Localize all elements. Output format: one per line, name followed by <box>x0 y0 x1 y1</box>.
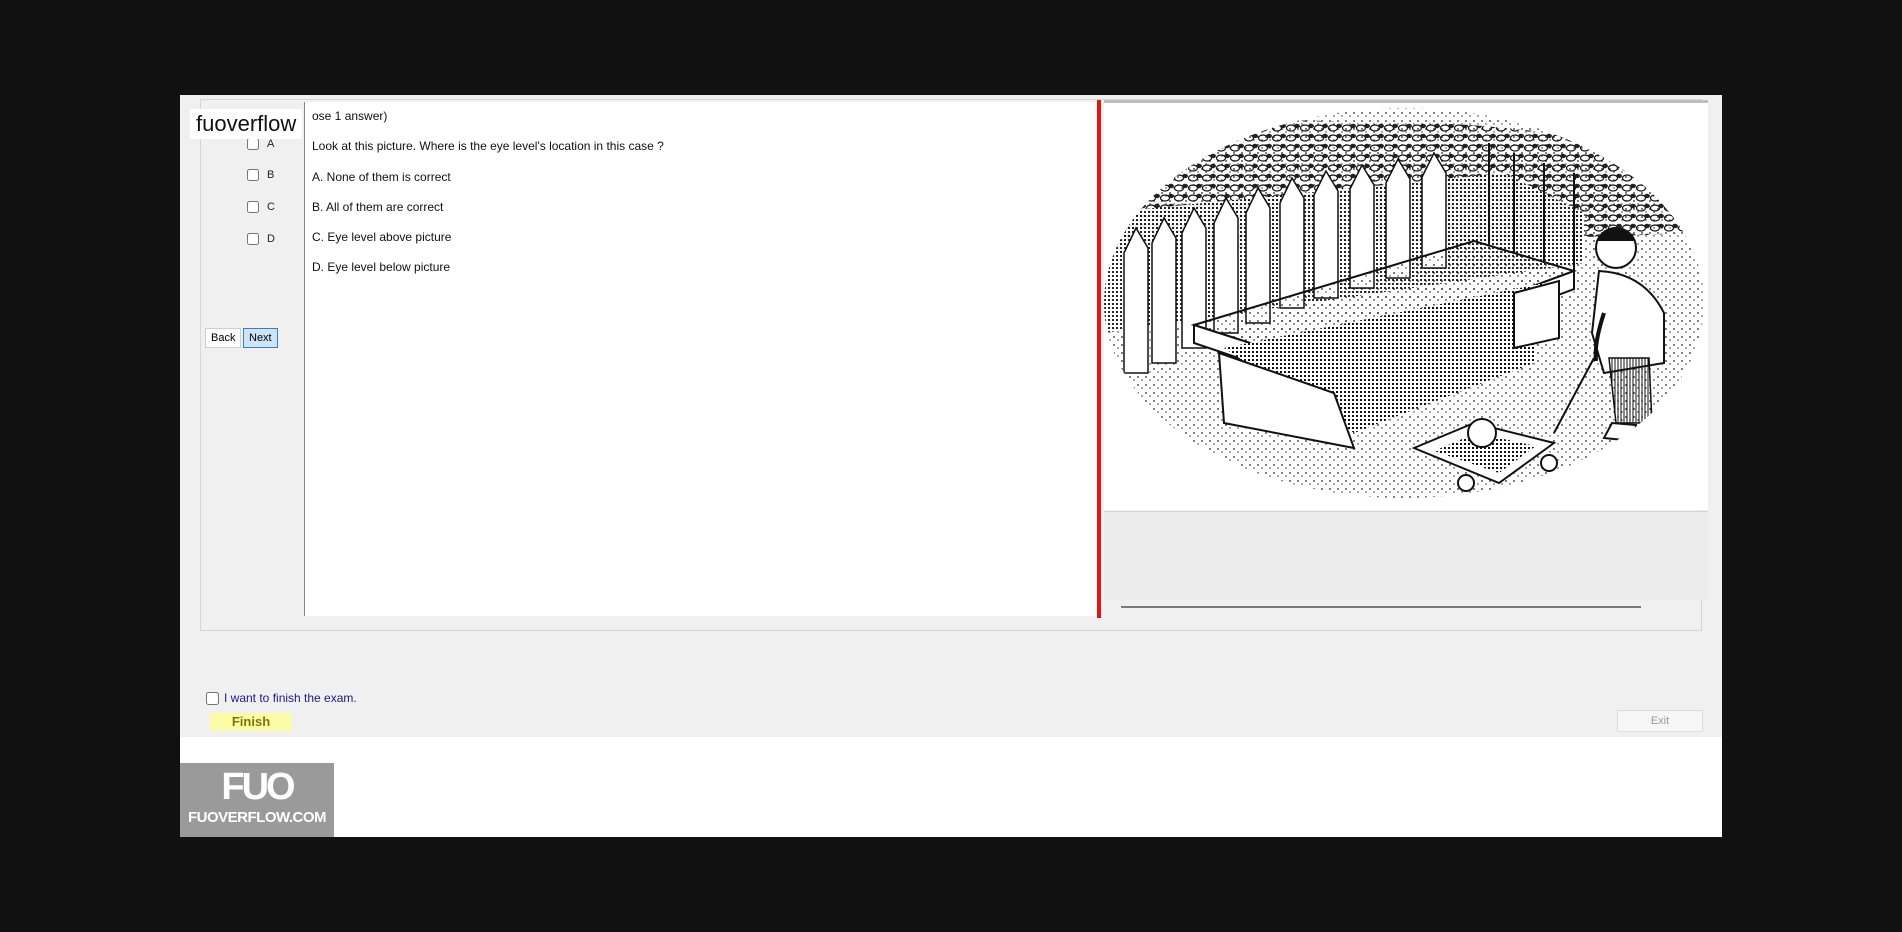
finish-confirm-label: I want to finish the exam. <box>224 691 357 705</box>
image-caption-area <box>1104 511 1708 600</box>
panel-splitter[interactable] <box>1097 100 1101 618</box>
exit-button[interactable]: Exit <box>1617 710 1703 732</box>
answer-row-b[interactable]: B <box>247 167 274 183</box>
next-button[interactable]: Next <box>243 328 278 348</box>
answer-label-c: C <box>267 201 275 213</box>
exam-area: A B C D Back Next ose 1 answer) Look at … <box>180 95 1722 737</box>
finish-button[interactable]: Finish <box>210 713 292 731</box>
finish-confirm[interactable]: I want to finish the exam. <box>206 691 357 705</box>
answer-checkbox-d[interactable] <box>247 233 259 245</box>
answer-checkbox-c[interactable] <box>247 201 259 213</box>
option-b: B. All of them are correct <box>312 200 444 214</box>
option-a: A. None of them is correct <box>312 170 451 184</box>
question-illustration <box>1104 108 1704 498</box>
option-d: D. Eye level below picture <box>312 260 451 274</box>
question-header: ose 1 answer) <box>312 109 388 123</box>
watermark-label: fuoverflow <box>190 109 303 139</box>
finish-confirm-checkbox[interactable] <box>206 691 219 705</box>
question-panel: ose 1 answer) Look at this picture. Wher… <box>304 102 1098 616</box>
fuoverflow-logo: FUO FUOVERFLOW.COM <box>180 763 334 837</box>
answer-label-b: B <box>267 169 275 181</box>
logo-mark: FUO <box>221 766 295 808</box>
horizontal-scrollbar[interactable] <box>1121 606 1641 608</box>
logo-site: FUOVERFLOW.COM <box>188 809 327 826</box>
exam-window: A B C D Back Next ose 1 answer) Look at … <box>180 95 1722 837</box>
exam-frame: A B C D Back Next ose 1 answer) Look at … <box>200 99 1708 631</box>
question-text: Look at this picture. Where is the eye l… <box>312 139 664 153</box>
answer-row-c[interactable]: C <box>247 199 275 215</box>
answer-row-d[interactable]: D <box>247 231 275 247</box>
question-image-panel <box>1104 100 1708 510</box>
answer-label-d: D <box>267 233 275 245</box>
answer-checkbox-a[interactable] <box>247 138 259 150</box>
answer-label-a: A <box>267 138 275 150</box>
back-button[interactable]: Back <box>205 328 242 348</box>
option-c: C. Eye level above picture <box>312 230 452 244</box>
answer-checkbox-b[interactable] <box>247 169 259 181</box>
